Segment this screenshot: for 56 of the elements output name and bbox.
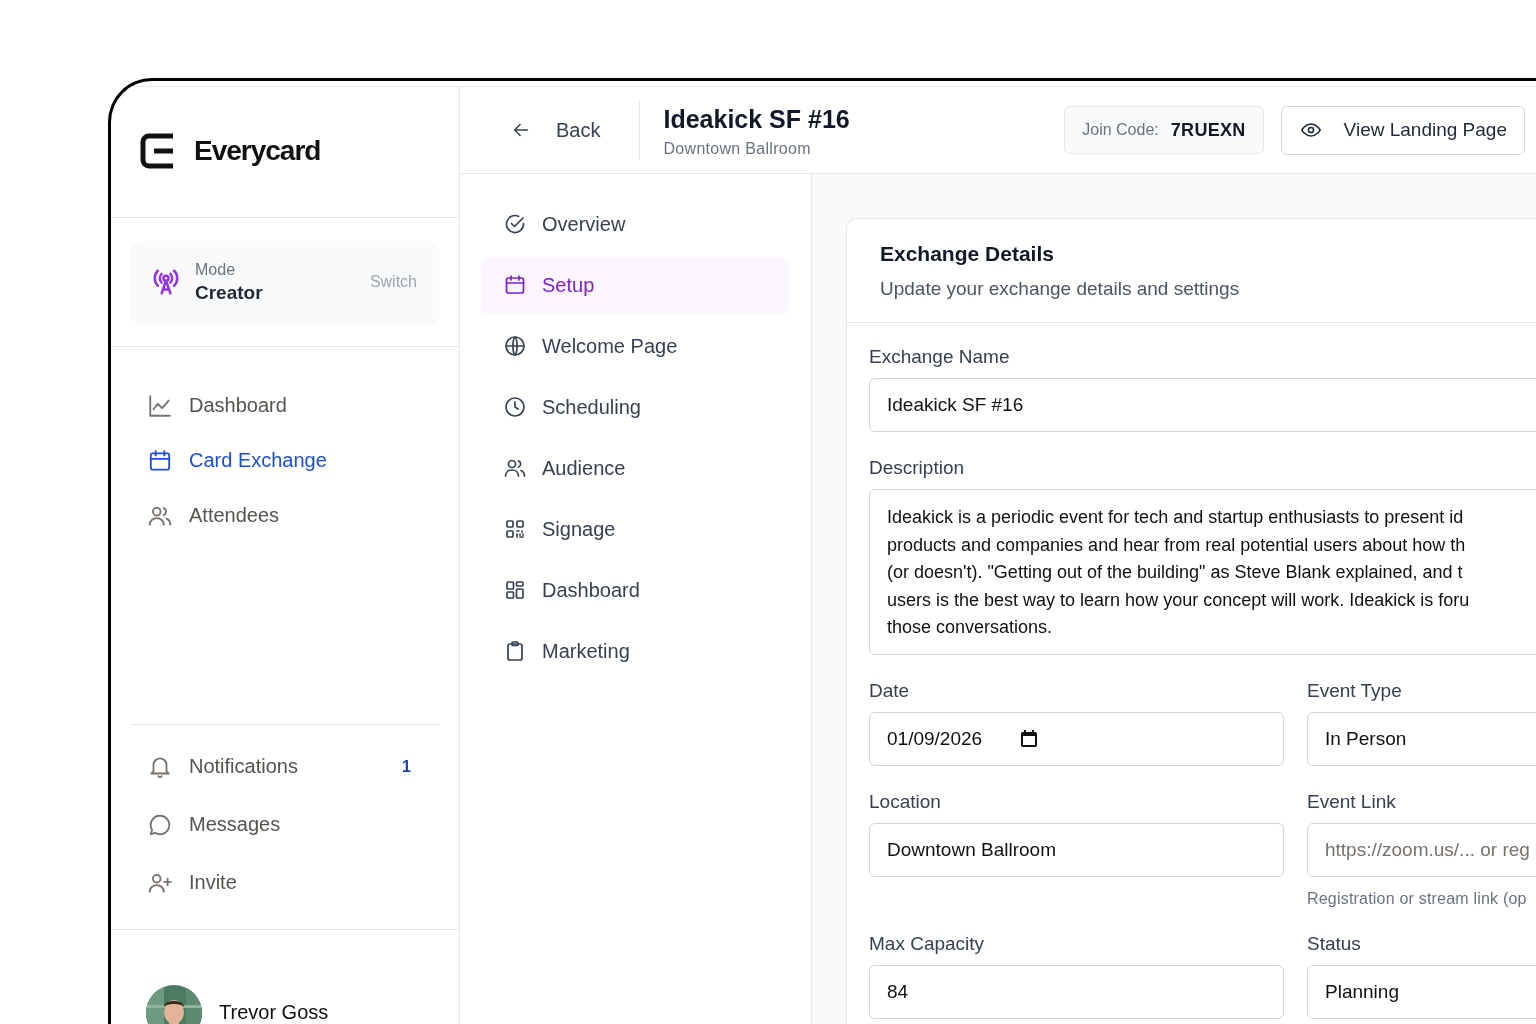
back-button[interactable]: Back	[510, 108, 601, 152]
input-field[interactable]: Downtown Ballroom	[869, 823, 1284, 877]
clock-icon	[503, 395, 527, 419]
join-code: 7RUEXN	[1170, 119, 1246, 141]
subnav-item[interactable]: Audience	[481, 440, 789, 496]
sidebar-item[interactable]: Card Exchange	[147, 436, 459, 485]
input-field[interactable]: Ideakick SF #16	[869, 378, 1536, 432]
field-label: Exchange Name	[869, 346, 1011, 368]
description-field[interactable]: Ideakick is a periodic event for tech and startup enthusiasts to present id products and companies and hear from real potential users about how th (or doesn't). "Getting out of the building" as Steve Blank explained, and t users is the best way to learn how your concept will work. Ideakick is foru those conversations.	[869, 489, 1536, 655]
calendar-icon	[147, 447, 173, 474]
mode-label: Mode	[195, 260, 237, 279]
field-label: Event Link	[1307, 791, 1397, 813]
sidebar-item[interactable]: Invite	[147, 858, 439, 907]
input-field[interactable]: In Person	[1307, 712, 1536, 766]
subnav-item[interactable]: Scheduling	[481, 379, 789, 435]
subnav-item[interactable]: Welcome Page	[481, 318, 789, 374]
view-landing-page-button[interactable]: View Landing Page	[1280, 105, 1525, 155]
sidebar-item[interactable]: Attendees	[147, 491, 459, 540]
input-field[interactable]: 84	[869, 965, 1284, 1019]
input-field[interactable]: https://zoom.us/... or reg	[1307, 823, 1536, 877]
mode-value: Creator	[195, 281, 264, 304]
event-title: Ideakick SF #16	[663, 104, 851, 134]
mode-card[interactable]: Mode Creator Switch	[131, 241, 439, 323]
dashboard-grid-icon	[503, 578, 527, 602]
field-hint: Registration or stream link (op	[1307, 890, 1528, 908]
field-label: Location	[869, 791, 942, 813]
subnav-item[interactable]: Dashboard	[481, 562, 789, 618]
subnav-item[interactable]: Signage	[481, 501, 789, 557]
globe-icon	[503, 334, 527, 358]
event-venue: Downtown Ballroom	[663, 139, 812, 158]
chart-icon	[147, 392, 173, 419]
field-label: Event Type	[1307, 680, 1403, 702]
broadcast-icon	[151, 267, 181, 297]
subnav-item[interactable]: Marketing	[481, 623, 789, 679]
field-label: Description	[869, 457, 966, 479]
sidebar-item[interactable]: Messages	[147, 800, 439, 849]
notification-count: 1	[402, 757, 411, 776]
field-label: Status	[1307, 933, 1362, 955]
date-field[interactable]: 01/09/2026	[869, 712, 1284, 766]
check-circle-icon	[503, 212, 527, 236]
calendar-icon	[1020, 730, 1039, 748]
brand-name: Everycard	[194, 135, 321, 167]
input-field[interactable]: Planning	[1307, 965, 1536, 1019]
field-label: Max Capacity	[869, 933, 986, 955]
subnav-item[interactable]: Setup	[481, 257, 789, 313]
sidebar-item[interactable]: Dashboard	[147, 381, 459, 430]
calendar-icon	[503, 273, 527, 297]
sidebar-item[interactable]: Notifications 1	[147, 742, 439, 791]
user-name: Trevor Goss	[219, 1001, 329, 1024]
card-title: Exchange Details	[880, 241, 1055, 266]
card-subtitle: Update your exchange details and settings	[880, 277, 1241, 300]
field-label: Date	[869, 680, 911, 702]
qr-code-icon	[503, 517, 527, 541]
logo-icon	[140, 133, 174, 169]
subnav-item[interactable]: Overview	[481, 196, 789, 252]
join-code-label: Join Code:	[1082, 121, 1159, 139]
